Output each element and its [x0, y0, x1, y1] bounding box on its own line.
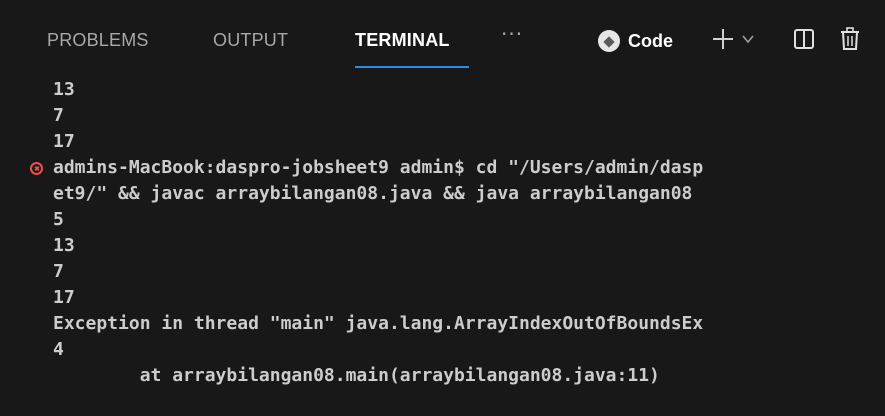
terminal-line: 13 — [53, 235, 75, 256]
terminal-line: Exception in thread "main" java.lang.Arr… — [53, 313, 704, 334]
launch-profile-label: Code — [628, 30, 673, 51]
terminal-line: 13 — [53, 79, 75, 100]
tab-output[interactable]: OUTPUT — [213, 30, 288, 51]
terminal-line: 17 — [53, 131, 75, 152]
terminal-panel: PROBLEMS OUTPUT TERMINAL ··· Code 13 7 1… — [0, 0, 885, 416]
terminal-line: 5 — [53, 209, 64, 230]
terminal-line: 17 — [53, 287, 75, 308]
terminal-line: 7 — [53, 105, 64, 126]
terminal-profile-icon — [598, 30, 620, 52]
terminal-line: admins-MacBook:daspro-jobsheet9 admin$ c… — [53, 157, 704, 178]
error-decoration-icon[interactable] — [30, 162, 43, 175]
trash-icon[interactable] — [839, 24, 861, 59]
more-actions-icon[interactable]: ··· — [501, 22, 523, 46]
panel-tab-bar: PROBLEMS OUTPUT TERMINAL ··· Code — [0, 0, 885, 78]
tab-terminal[interactable]: TERMINAL — [355, 30, 450, 51]
terminal-line: 7 — [53, 261, 64, 282]
terminal-output[interactable]: 13 7 17 admins-MacBook:daspro-jobsheet9 … — [0, 78, 885, 416]
tab-problems[interactable]: PROBLEMS — [47, 30, 149, 51]
chevron-down-icon[interactable] — [741, 24, 755, 59]
terminal-line: at arraybilangan08.main(arraybilangan08.… — [53, 365, 660, 386]
terminal-line: et9/" && javac arraybilangan08.java && j… — [53, 183, 693, 204]
split-terminal-icon[interactable] — [793, 24, 815, 59]
active-tab-indicator — [355, 66, 469, 68]
terminal-line: 4 — [53, 339, 64, 360]
launch-profile-button[interactable]: Code — [598, 26, 673, 56]
plus-icon[interactable] — [711, 24, 735, 59]
